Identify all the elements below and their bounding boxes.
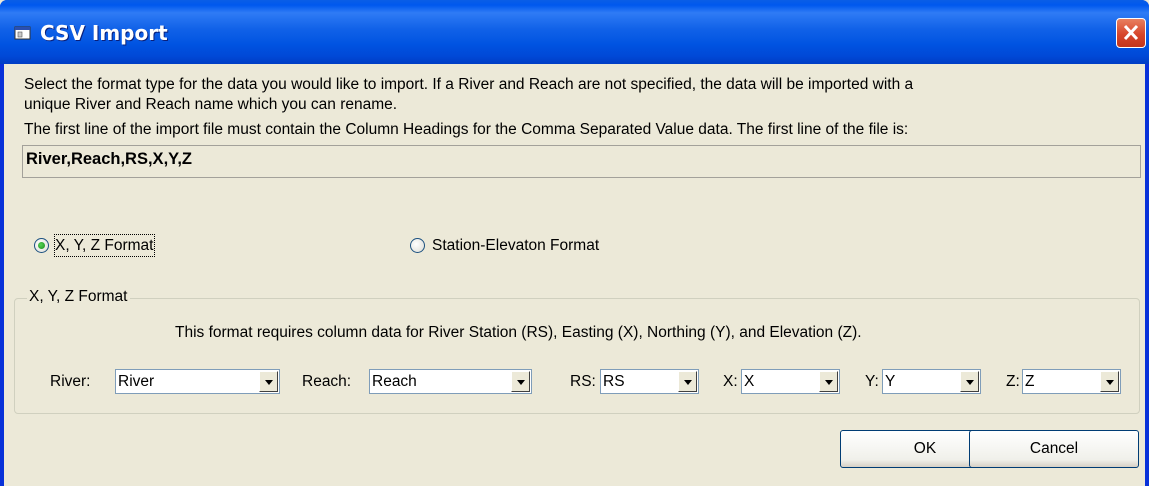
window-app-icon [14, 26, 31, 40]
chevron-down-icon[interactable] [819, 371, 838, 392]
xyz-format-groupbox [14, 298, 1140, 414]
chevron-down-icon[interactable] [259, 371, 278, 392]
groupbox-title: X, Y, Z Format [27, 287, 130, 307]
chevron-down-icon[interactable] [511, 371, 530, 392]
z-label: Z: [1006, 373, 1020, 390]
close-button[interactable] [1116, 18, 1146, 48]
z-select-value: Z [1025, 373, 1035, 390]
rs-select-value: RS [603, 373, 625, 390]
close-icon [1123, 24, 1139, 41]
instruction-line-1: Select the format type for the data you … [24, 76, 914, 93]
x-select-value: X [744, 373, 755, 390]
reach-label: Reach: [302, 373, 352, 390]
rs-select[interactable]: RS [600, 369, 699, 394]
xyz-format-label[interactable]: X, Y, Z Format [54, 234, 155, 257]
format-description: This format requires column data for Riv… [175, 324, 862, 341]
y-select[interactable]: Y [882, 369, 981, 394]
river-select-value: River [118, 373, 155, 390]
title-bar[interactable]: CSV Import [0, 0, 1149, 64]
river-select[interactable]: River [115, 369, 280, 394]
y-select-value: Y [885, 373, 896, 390]
river-label: River: [50, 373, 91, 390]
xyz-format-radio[interactable] [34, 238, 49, 253]
reach-select[interactable]: Reach [369, 369, 532, 394]
x-select[interactable]: X [741, 369, 840, 394]
rs-label: RS: [570, 373, 596, 390]
instruction-line-3: The first line of the import file must c… [24, 121, 909, 138]
chevron-down-icon[interactable] [1100, 371, 1119, 392]
chevron-down-icon[interactable] [960, 371, 979, 392]
reach-select-value: Reach [372, 373, 417, 390]
y-label: Y: [865, 373, 879, 390]
station-elevation-format-label[interactable]: Station-Elevaton Format [432, 235, 599, 256]
station-elevation-format-radio[interactable] [410, 238, 425, 253]
instruction-line-2: unique River and Reach name which you ca… [24, 96, 398, 113]
x-label: X: [723, 373, 738, 390]
first-line-value: River,Reach,RS,X,Y,Z [26, 150, 192, 168]
cancel-button[interactable]: Cancel [969, 430, 1139, 468]
window-title: CSV Import [40, 21, 168, 45]
csv-import-dialog: CSV Import Select the format type for th… [0, 0, 1149, 486]
z-select[interactable]: Z [1022, 369, 1121, 394]
radio-selected-dot [38, 242, 45, 249]
chevron-down-icon[interactable] [678, 371, 697, 392]
first-line-readout: River,Reach,RS,X,Y,Z [22, 145, 1141, 178]
